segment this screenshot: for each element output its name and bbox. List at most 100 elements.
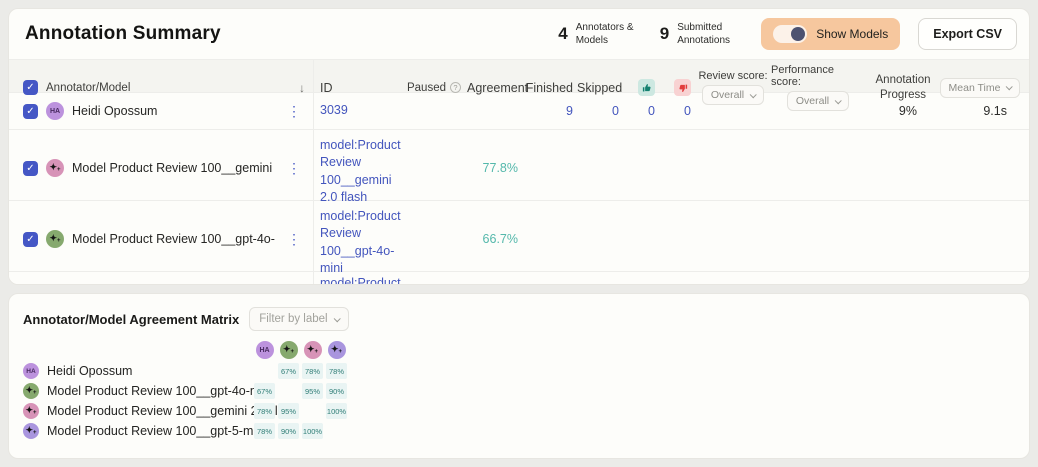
- matrix-col-avatar: ✦+: [278, 341, 299, 359]
- thumbs-down-icon[interactable]: [674, 79, 691, 96]
- stat-submitted-value: 9: [660, 24, 669, 44]
- header-skipped-label[interactable]: Skipped: [577, 81, 623, 95]
- filter-by-label-select[interactable]: Filter by label: [249, 307, 348, 331]
- row-checkbox[interactable]: ✓: [23, 232, 38, 247]
- header-annotator-label: Annotator/Model: [46, 82, 130, 94]
- kebab-menu-icon[interactable]: ⋮: [283, 232, 305, 246]
- avatar: ✦+: [23, 423, 39, 439]
- performance-score-label: Performance score:: [771, 64, 865, 88]
- avatar: ✦+: [46, 159, 64, 177]
- agreement-cell: 77.8%: [467, 161, 523, 175]
- matrix-row-label: ✦+ Model Product Review 100__gpt-5-mini: [23, 423, 251, 439]
- header-annotation-progress-label: Annotation Progress: [865, 73, 941, 103]
- stat-submitted-label: Submitted Annotations: [677, 21, 743, 47]
- header-performance-score-cell: Performance score: Overall: [771, 60, 865, 115]
- matrix-cell: 90%: [278, 423, 299, 439]
- header-thumbs-up-cell: [623, 79, 659, 96]
- id-cell: model:Product: [314, 272, 404, 285]
- header-agreement-label[interactable]: Agreement: [467, 81, 523, 95]
- table-header-row: ✓ Annotator/Model ↓ ID Paused ? Agreemen…: [9, 59, 1029, 92]
- annotator-name: Heidi Opossum: [72, 104, 157, 118]
- matrix-row-label: ✦+ Model Product Review 100__gpt-4o-mini: [23, 383, 251, 399]
- skipped-cell[interactable]: 0: [577, 104, 623, 118]
- sparkle-icon: ✦+: [49, 163, 60, 173]
- id-cell: model:Product Review 100__gemini 2.0 fla…: [314, 130, 404, 206]
- performance-score-select[interactable]: Overall: [787, 91, 849, 111]
- avatar: ✦+: [23, 403, 39, 419]
- table-row: ✓ ✦+ Model Product Review 100__gpt-4o-mi…: [9, 200, 1029, 271]
- matrix-cell: [326, 423, 347, 439]
- avatar-initials: HA: [259, 347, 269, 354]
- show-models-toggle[interactable]: Show Models: [761, 18, 900, 50]
- sparkle-icon: ✦+: [25, 426, 36, 436]
- header-paused-label: Paused: [407, 82, 446, 94]
- matrix-col-avatar: ✦+: [302, 341, 323, 359]
- mean-time-select[interactable]: Mean Time: [940, 78, 1021, 98]
- page-title: Annotation Summary: [25, 23, 221, 45]
- stat-annotators-label: Annotators & Models: [576, 21, 642, 47]
- matrix-title: Annotator/Model Agreement Matrix: [23, 312, 239, 327]
- header-mean-time-cell: Mean Time: [941, 78, 1029, 98]
- annotator-cell: [9, 272, 314, 285]
- chevron-down-icon: [750, 91, 757, 98]
- finished-cell[interactable]: 9: [523, 104, 577, 118]
- row-checkbox[interactable]: ✓: [23, 161, 38, 176]
- kebab-menu-icon[interactable]: ⋮: [283, 161, 305, 175]
- check-icon: ✓: [26, 106, 34, 117]
- toggle-track[interactable]: [773, 25, 807, 43]
- performance-score-value: Overall: [796, 95, 829, 107]
- annotation-id-link[interactable]: 3039: [320, 102, 404, 119]
- sparkle-icon: ✦+: [25, 406, 36, 416]
- matrix-cell: 78%: [254, 403, 275, 419]
- sparkle-icon: ✦+: [49, 234, 60, 244]
- entity-name: Model Product Review 100__gpt-5-mini: [47, 424, 266, 438]
- matrix-col-avatar: ✦+: [326, 341, 347, 359]
- help-icon[interactable]: ?: [450, 82, 461, 93]
- review-score-select[interactable]: Overall: [702, 85, 764, 105]
- annotator-cell: ✓ ✦+ Model Product Review 100__gpt-4o-mi…: [9, 201, 314, 277]
- chevron-down-icon: [1006, 83, 1013, 90]
- avatar-initials: HA: [50, 108, 60, 115]
- matrix-cell: 100%: [326, 403, 347, 419]
- stat-submitted-annotations: 9 Submitted Annotations: [660, 21, 743, 47]
- annotation-id-link[interactable]: model:Product Review 100__gpt-4o-mini: [320, 208, 404, 277]
- matrix-cell: 78%: [254, 423, 275, 439]
- review-score-value: Overall: [711, 89, 744, 101]
- agreement-cell: 66.7%: [467, 232, 523, 246]
- mean-time-cell: 9.1s: [941, 104, 1029, 118]
- chevron-down-icon: [333, 315, 340, 322]
- agreement-matrix-card: Annotator/Model Agreement Matrix Filter …: [8, 293, 1030, 459]
- stat-annotators-value: 4: [558, 24, 567, 44]
- matrix-cell: 67%: [254, 383, 275, 399]
- table-row: ✓ ✦+ Model Product Review 100__gemini 2.…: [9, 129, 1029, 200]
- annotator-name: Model Product Review 100__gemini 2.0 fla…: [72, 161, 275, 175]
- avatar: ✦+: [46, 230, 64, 248]
- thumbs-up-count-cell[interactable]: 0: [623, 104, 659, 118]
- matrix-row-label: ✦+ Model Product Review 100__gemini 2.0 …: [23, 403, 251, 419]
- header-thumbs-down-cell: [659, 79, 695, 96]
- header-id-label[interactable]: ID: [314, 81, 404, 95]
- annotator-cell: ✓ HA Heidi Opossum ⋮: [9, 93, 314, 129]
- avatar: ✦+: [23, 383, 39, 399]
- avatar-initials: HA: [26, 368, 35, 375]
- matrix-cell: 78%: [302, 363, 323, 379]
- toggle-knob: [791, 27, 805, 41]
- filter-by-label-value: Filter by label: [259, 313, 327, 325]
- row-checkbox[interactable]: ✓: [23, 104, 38, 119]
- annotation-id-link[interactable]: model:Product: [320, 275, 404, 285]
- matrix-cell: 67%: [278, 363, 299, 379]
- annotation-id-link[interactable]: model:Product Review 100__gemini 2.0 fla…: [320, 137, 404, 206]
- matrix-cell: [278, 383, 299, 399]
- sparkle-icon: ✦+: [283, 345, 294, 355]
- entity-name: Heidi Opossum: [47, 364, 132, 378]
- thumbs-down-count-cell[interactable]: 0: [659, 104, 695, 118]
- thumbs-up-icon[interactable]: [638, 79, 655, 96]
- header-finished-label[interactable]: Finished: [523, 81, 577, 95]
- review-score-label: Review score:: [698, 70, 767, 82]
- sparkle-icon: ✦+: [331, 345, 342, 355]
- matrix-header: Annotator/Model Agreement Matrix Filter …: [9, 294, 1029, 335]
- kebab-menu-icon[interactable]: ⋮: [283, 104, 305, 118]
- matrix-cell: [254, 363, 275, 379]
- export-csv-button[interactable]: Export CSV: [918, 18, 1017, 50]
- matrix-cell: [302, 403, 323, 419]
